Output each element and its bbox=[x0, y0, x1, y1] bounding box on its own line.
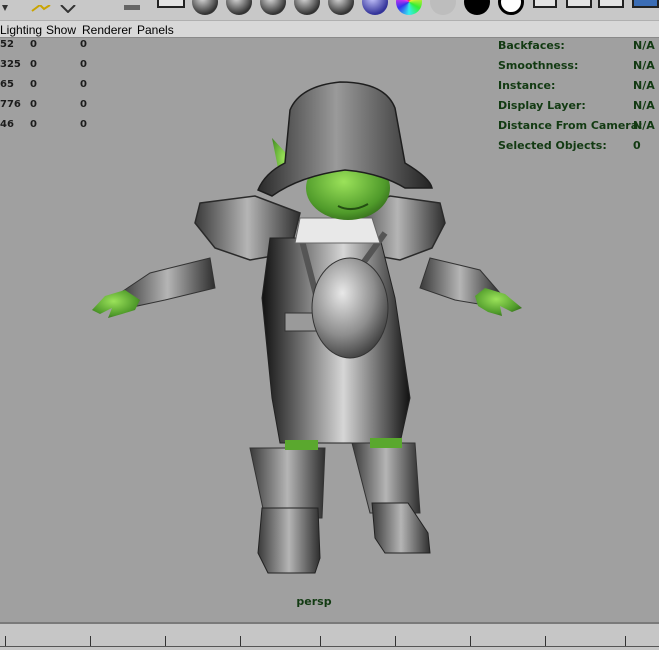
time-track bbox=[0, 646, 659, 647]
frame-icon[interactable] bbox=[533, 0, 557, 8]
menu-panels[interactable]: Panels bbox=[137, 23, 174, 37]
shaded-ball-icon-2[interactable] bbox=[226, 0, 252, 15]
time-tick bbox=[165, 636, 166, 646]
panel-menubar: Lighting Show Renderer Panels bbox=[0, 20, 659, 38]
time-tick bbox=[240, 636, 241, 646]
select-icon[interactable] bbox=[0, 0, 10, 11]
safe-action-icon[interactable] bbox=[632, 0, 659, 8]
menu-renderer[interactable]: Renderer bbox=[82, 23, 132, 37]
camera-name-label: persp bbox=[296, 595, 332, 608]
flat-ball-icon[interactable] bbox=[430, 0, 456, 15]
time-tick bbox=[625, 636, 626, 646]
right-boot bbox=[371, 502, 431, 554]
shaded-ball-icon-1[interactable] bbox=[192, 0, 218, 15]
shaded-ball-icon-5[interactable] bbox=[328, 0, 354, 15]
time-tick bbox=[545, 636, 546, 646]
time-tick bbox=[395, 636, 396, 646]
time-slider[interactable] bbox=[0, 622, 659, 650]
black-ball-icon[interactable] bbox=[464, 0, 490, 15]
time-tick bbox=[470, 636, 471, 646]
right-knee-skin bbox=[370, 438, 402, 448]
textured-ball-icon[interactable] bbox=[362, 0, 388, 15]
time-tick bbox=[90, 636, 91, 646]
collar bbox=[294, 217, 381, 244]
ring-ball-icon[interactable] bbox=[498, 0, 524, 15]
right-hand bbox=[475, 288, 522, 316]
film-gate-icon[interactable] bbox=[566, 0, 592, 8]
shaded-ball-icon-3[interactable] bbox=[260, 0, 286, 15]
menu-show[interactable]: Show bbox=[46, 23, 76, 37]
breastplate bbox=[311, 257, 389, 359]
menu-lighting[interactable]: Lighting bbox=[0, 23, 42, 37]
bookmark-icon[interactable] bbox=[157, 0, 185, 8]
shaded-ball-icon-4[interactable] bbox=[294, 0, 320, 15]
camera-tool-icon[interactable] bbox=[122, 0, 142, 10]
time-tick bbox=[320, 636, 321, 646]
resolution-gate-icon[interactable] bbox=[598, 0, 624, 8]
lighting-ball-icon[interactable] bbox=[396, 0, 422, 15]
move-tool-icon[interactable] bbox=[30, 0, 52, 12]
goblin-soldier-model[interactable] bbox=[0, 38, 659, 622]
time-tick bbox=[5, 636, 6, 646]
perspective-viewport[interactable]: 52 0 0 325 0 0 65 0 0 776 0 0 46 0 0 Bac… bbox=[0, 38, 659, 622]
left-boot bbox=[257, 507, 321, 574]
viewport-toolbar bbox=[0, 0, 659, 20]
left-knee-skin bbox=[285, 440, 318, 450]
snap-icon[interactable] bbox=[57, 0, 79, 14]
